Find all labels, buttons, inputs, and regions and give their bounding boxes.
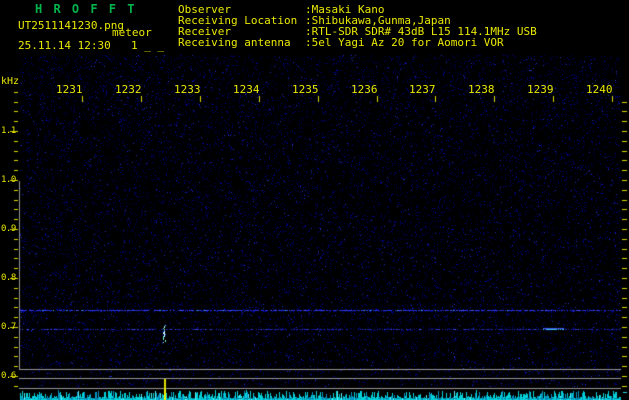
freq-axis-label: 0.6 [1, 371, 16, 381]
time-axis-label: 1237 [409, 83, 436, 96]
output-filename: UT2511141230.png [18, 19, 124, 32]
time-axis-label: 1233 [174, 83, 201, 96]
time-axis-label: 1234 [233, 83, 260, 96]
mode-label: meteor [112, 26, 152, 39]
time-axis-label: 1238 [468, 83, 495, 96]
field-label-antenna: Receiving antenna [178, 36, 291, 49]
echo-counter: 1 _ _ [131, 39, 165, 52]
hrofft-window: H R O F F T UT2511141230.png meteor 25.1… [0, 0, 629, 400]
freq-axis-label: 0.8 [1, 273, 16, 283]
freq-axis-label: 1.0 [1, 175, 16, 185]
freq-axis-label: 0.9 [1, 224, 16, 234]
time-axis-label: 1236 [351, 83, 378, 96]
time-axis-label: 1240 [586, 83, 613, 96]
freq-axis-label: 0.7 [1, 322, 16, 332]
time-axis-label: 1235 [292, 83, 319, 96]
spectrogram-canvas [0, 0, 629, 400]
freq-axis-unit: kHz [1, 76, 20, 87]
app-title: H R O F F T [35, 2, 137, 16]
field-value-antenna: :5el Yagi Az 20 for Aomori VOR [305, 36, 504, 49]
time-axis-label: 1239 [527, 83, 554, 96]
timestamp: 25.11.14 12:30 [18, 39, 111, 52]
time-axis-label: 1232 [115, 83, 142, 96]
freq-axis-label: 1.1 [1, 126, 16, 136]
time-axis-label: 1231 [56, 83, 83, 96]
